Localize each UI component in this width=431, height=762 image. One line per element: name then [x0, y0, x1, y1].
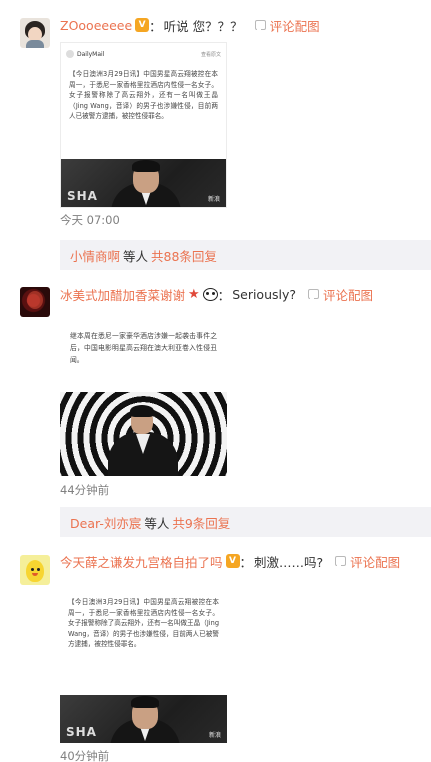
username-link[interactable]: ZOooeeeee — [60, 18, 132, 33]
image-paragraph: 【今日澳洲3月29日讯】中国男星高云翔被控在本周一，于悉尼一家香格里拉酒店内性侵… — [69, 70, 218, 120]
colon: ： — [149, 18, 162, 34]
username-link[interactable]: 冰美式加醋加香菜谢谢 — [60, 285, 185, 304]
vip-badge-icon: V — [135, 18, 150, 32]
image-photo — [60, 392, 227, 476]
vip-badge-icon: V — [225, 554, 240, 568]
reply-summary[interactable]: Dear-刘亦宸 等人 共9条回复 — [60, 507, 431, 537]
image-photo: SHA 新浪 — [60, 695, 227, 743]
comment-text: Seriously? — [232, 286, 297, 302]
repost-image-button[interactable]: 评论配图 — [308, 285, 373, 304]
comment-time: 40分钟前 — [60, 749, 110, 762]
image-more: 查看原文 — [200, 51, 221, 58]
comment-line: 今天薛之谦发九宫格自拍了吗 V ： 刺激……吗? 评论配图 — [60, 552, 400, 570]
image-source: DailyMail — [77, 50, 105, 58]
comment-line: 冰美式加醋加香菜谢谢 ★ ： Seriously? 评论配图 — [60, 285, 373, 303]
image-photo: SHA 新浪 — [61, 159, 226, 207]
comment-time: 44分钟前 — [60, 483, 110, 497]
comment-text: 刺激……吗? — [254, 554, 324, 570]
repost-image-button[interactable]: 评论配图 — [254, 16, 320, 35]
image-header: DailyMail 查看原文 — [61, 43, 226, 65]
comment-text: 听说 您？？？ — [163, 18, 243, 34]
image-watermark: 新浪 — [208, 732, 221, 739]
panda-emoji-icon — [202, 287, 218, 301]
comment-image[interactable]: 【今日澳洲3月29日讯】中国男星高云翔被控在本周一，于悉尼一家香格里拉酒店内性侵… — [60, 575, 227, 743]
repost-image-label: 评论配图 — [350, 554, 401, 570]
reply-count-link[interactable]: 共9条回复 — [172, 513, 230, 532]
comment-time: 今天 07:00 — [60, 213, 120, 227]
image-paragraph: 【今日澳洲3月29日讯】中国男星高云翔被控在本周一，于悉尼一家香格里拉酒店内性侵… — [68, 598, 219, 648]
comment-image[interactable]: DailyMail 查看原文 【今日澳洲3月29日讯】中国男星高云翔被控在本周一… — [60, 42, 227, 208]
reply-user-link[interactable]: Dear-刘亦宸 — [70, 513, 141, 532]
avatar[interactable] — [20, 18, 50, 48]
avatar[interactable] — [20, 287, 50, 317]
reply-summary[interactable]: 小情商啊 等人 共88条回复 — [60, 240, 431, 270]
avatar[interactable] — [20, 555, 50, 585]
repost-image-icon — [335, 556, 347, 566]
repost-image-icon — [254, 20, 266, 30]
reply-mid-text: 等人 — [123, 248, 149, 264]
reply-count-link[interactable]: 共88条回复 — [151, 246, 217, 265]
repost-image-label: 评论配图 — [323, 287, 374, 303]
image-watermark: 新浪 — [207, 196, 220, 203]
source-logo-icon — [66, 50, 74, 58]
reply-user-link[interactable]: 小情商啊 — [70, 246, 120, 265]
username-link[interactable]: 今天薛之谦发九宫格自拍了吗 — [60, 552, 223, 571]
colon: ： — [239, 554, 253, 570]
repost-image-label: 评论配图 — [269, 18, 320, 34]
comment-line: ZOooeeeee V ： 听说 您？？？ 评论配图 — [60, 16, 320, 34]
star-icon: ★ — [188, 286, 200, 302]
image-brand-text: SHA — [67, 189, 98, 203]
comment-image[interactable]: 继本周在悉尼一家豪华酒店涉嫌一起袭击事件之后，中国电影明星高云翔在澳大利亚卷入性… — [60, 320, 227, 476]
image-paragraph: 继本周在悉尼一家豪华酒店涉嫌一起袭击事件之后，中国电影明星高云翔在澳大利亚卷入性… — [70, 332, 217, 364]
colon: ： — [217, 287, 231, 303]
repost-image-button[interactable]: 评论配图 — [335, 552, 400, 571]
image-brand-text: SHA — [66, 725, 97, 739]
repost-image-icon — [308, 289, 320, 299]
reply-mid-text: 等人 — [144, 515, 170, 531]
